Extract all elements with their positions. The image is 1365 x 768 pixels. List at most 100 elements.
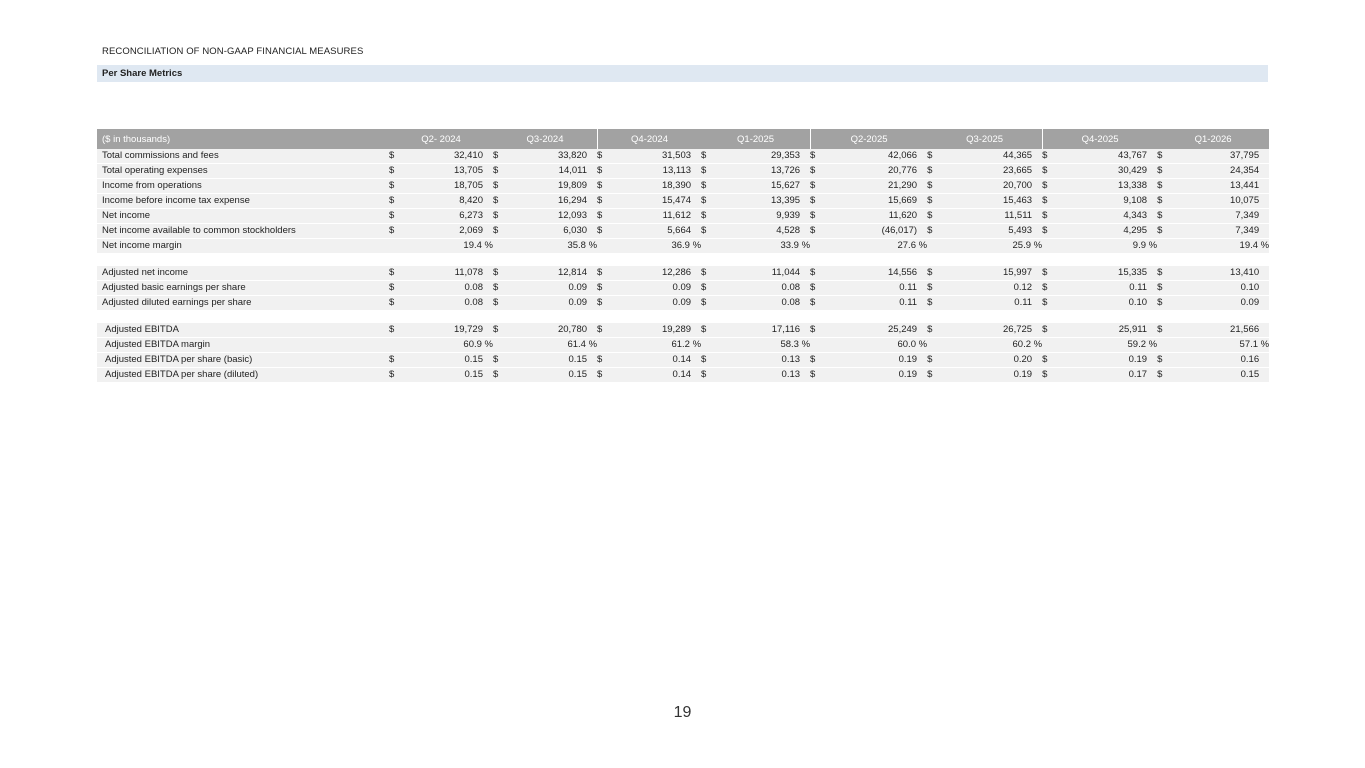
- currency-symbol: $: [701, 323, 722, 338]
- value-cell: 0.09: [617, 281, 702, 296]
- value-cell: 15,335: [1062, 266, 1158, 281]
- value-cell: 0.13: [721, 353, 811, 368]
- value-cell: (46,017): [830, 224, 928, 239]
- period-header: Q4-2024: [597, 129, 702, 149]
- value-cell: 44,365: [947, 149, 1043, 164]
- value-cell: 4,295: [1062, 224, 1158, 239]
- currency-symbol: $: [389, 224, 409, 239]
- currency-symbol: $: [1042, 281, 1063, 296]
- currency-symbol: $: [1157, 323, 1178, 338]
- currency-symbol: $: [597, 368, 618, 383]
- currency-symbol: $: [597, 266, 618, 281]
- value-cell: 0.11: [830, 281, 928, 296]
- currency-symbol: $: [1157, 296, 1178, 311]
- period-header: Q1-2025: [701, 129, 811, 149]
- value-cell: 0.08: [721, 281, 811, 296]
- value-cell: 0.09: [617, 296, 702, 311]
- row-label: Adjusted EBITDA per share (basic): [97, 353, 389, 368]
- row-label: Adjusted basic earnings per share: [97, 281, 389, 296]
- value-cell: 32,410: [409, 149, 493, 164]
- percent-cell: 60.9 %: [409, 338, 493, 353]
- currency-symbol: $: [701, 149, 722, 164]
- value-cell: 0.08: [721, 296, 811, 311]
- period-header: Q3-2024: [493, 129, 598, 149]
- value-cell: 13,410: [1177, 266, 1270, 281]
- value-cell: 11,078: [409, 266, 493, 281]
- value-cell: 21,290: [830, 179, 928, 194]
- table-row: Net income available to common stockhold…: [97, 224, 1270, 239]
- period-header: Q3-2025: [927, 129, 1043, 149]
- value-cell: 0.09: [1177, 296, 1270, 311]
- currency-symbol: $: [1157, 266, 1178, 281]
- table-row: Income before income tax expense $8,420 $1…: [97, 194, 1270, 209]
- currency-symbol: $: [389, 353, 409, 368]
- spacer-row: [97, 311, 1270, 323]
- currency-symbol: $: [389, 179, 409, 194]
- row-label: Income from operations: [97, 179, 389, 194]
- table-header-row: ($ in thousands) Q2- 2024 Q3-2024 Q4-202…: [97, 129, 1270, 149]
- currency-symbol: $: [701, 353, 722, 368]
- value-cell: 0.19: [1062, 353, 1158, 368]
- currency-symbol: $: [389, 164, 409, 179]
- value-cell: 25,249: [830, 323, 928, 338]
- value-cell: 11,511: [947, 209, 1043, 224]
- value-cell: 0.16: [1177, 353, 1270, 368]
- value-cell: 11,612: [617, 209, 702, 224]
- value-cell: 5,493: [947, 224, 1043, 239]
- empty-cell: [1157, 239, 1178, 254]
- spacer-row: [97, 254, 1270, 266]
- value-cell: 12,814: [513, 266, 598, 281]
- currency-symbol: $: [701, 281, 722, 296]
- table-row: Net income $6,273 $12,093 $11,612 $9,939 $11,…: [97, 209, 1270, 224]
- value-cell: 6,030: [513, 224, 598, 239]
- currency-symbol: $: [493, 368, 513, 383]
- empty-cell: [389, 239, 409, 254]
- empty-cell: [927, 338, 948, 353]
- currency-symbol: $: [701, 209, 722, 224]
- value-cell: 0.09: [513, 281, 598, 296]
- value-cell: 0.19: [830, 368, 928, 383]
- value-cell: 30,429: [1062, 164, 1158, 179]
- value-cell: 0.09: [513, 296, 598, 311]
- empty-cell: [1042, 338, 1063, 353]
- table-row: Total operating expenses $13,705 $14,011 $1…: [97, 164, 1270, 179]
- period-header: Q2-2025: [810, 129, 928, 149]
- value-cell: 15,997: [947, 266, 1043, 281]
- currency-symbol: $: [810, 368, 831, 383]
- currency-symbol: $: [927, 266, 948, 281]
- value-cell: 42,066: [830, 149, 928, 164]
- currency-symbol: $: [493, 353, 513, 368]
- value-cell: 18,705: [409, 179, 493, 194]
- value-cell: 26,725: [947, 323, 1043, 338]
- row-label: Net income available to common stockhold…: [97, 224, 389, 239]
- row-label: Adjusted EBITDA: [97, 323, 389, 338]
- table-row: Adjusted basic earnings per share $0.08 $0…: [97, 281, 1270, 296]
- percent-cell: 60.2 %: [947, 338, 1043, 353]
- currency-symbol: $: [1042, 266, 1063, 281]
- value-cell: 6,273: [409, 209, 493, 224]
- value-cell: 19,289: [617, 323, 702, 338]
- empty-cell: [1157, 338, 1178, 353]
- value-cell: 0.13: [721, 368, 811, 383]
- table-row: Adjusted diluted earnings per share $0.08…: [97, 296, 1270, 311]
- percent-cell: 61.4 %: [513, 338, 598, 353]
- value-cell: 14,011: [513, 164, 598, 179]
- currency-symbol: $: [701, 224, 722, 239]
- currency-symbol: $: [1157, 149, 1178, 164]
- value-cell: 0.08: [409, 296, 493, 311]
- value-cell: 0.11: [1062, 281, 1158, 296]
- value-cell: 12,093: [513, 209, 598, 224]
- value-cell: 13,726: [721, 164, 811, 179]
- empty-cell: [701, 338, 722, 353]
- currency-symbol: $: [1157, 224, 1178, 239]
- currency-symbol: $: [927, 353, 948, 368]
- currency-symbol: $: [1157, 353, 1178, 368]
- table-row: Income from operations $18,705 $19,809 $18,…: [97, 179, 1270, 194]
- value-cell: 0.15: [513, 368, 598, 383]
- table-row: Adjusted EBITDA per share (diluted) $0.15…: [97, 368, 1270, 383]
- percent-cell: 58.3 %: [721, 338, 811, 353]
- currency-symbol: $: [1042, 194, 1063, 209]
- currency-symbol: $: [701, 368, 722, 383]
- row-label: Net income: [97, 209, 389, 224]
- currency-symbol: $: [389, 281, 409, 296]
